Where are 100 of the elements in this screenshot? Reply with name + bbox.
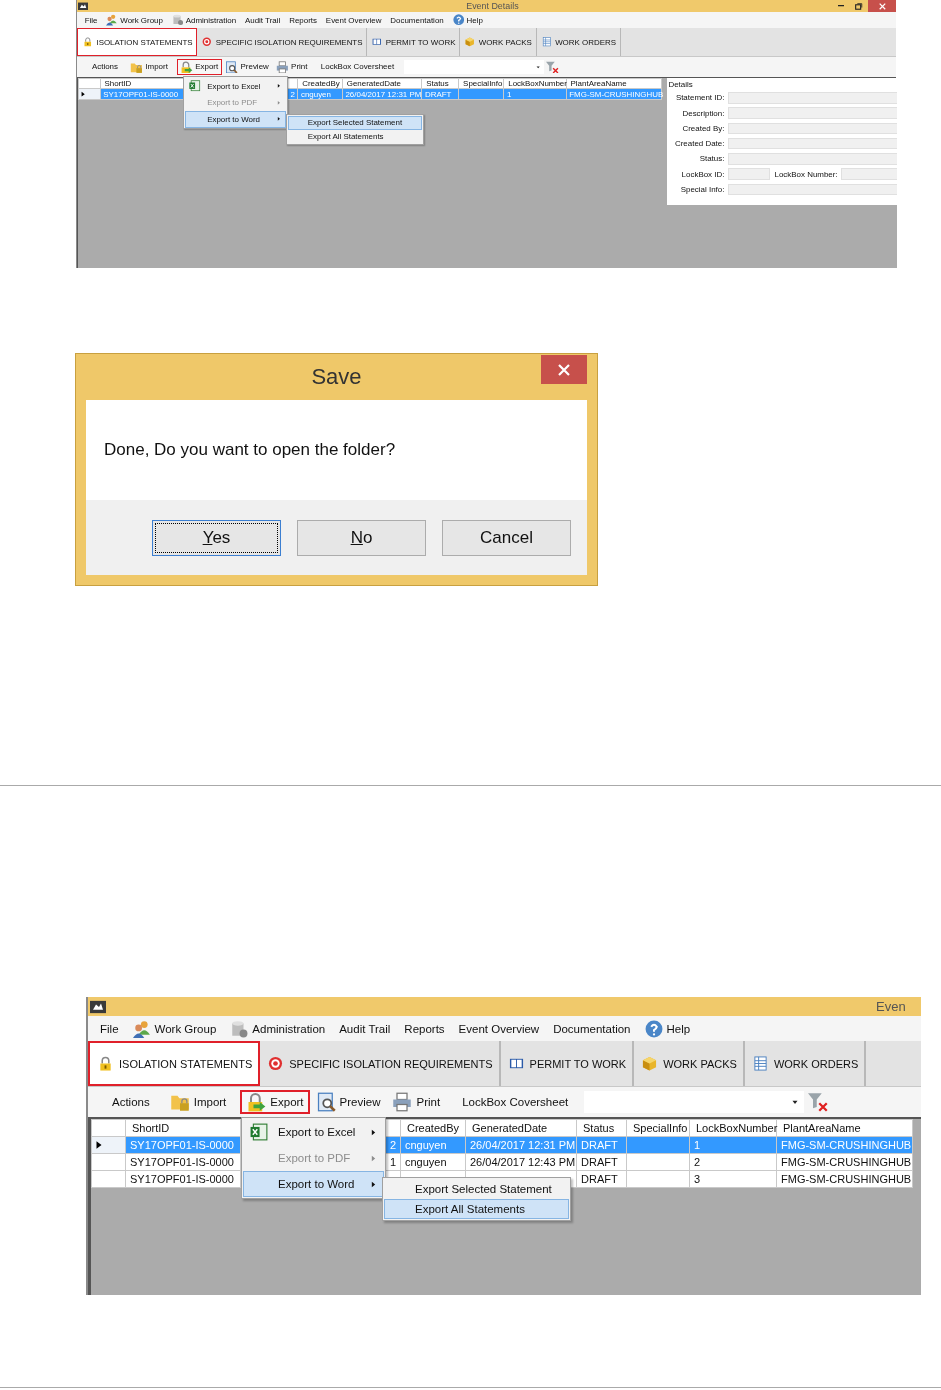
column-header[interactable]: Status: [576, 1119, 627, 1137]
table-icon: [541, 37, 552, 47]
menu-item[interactable]: Export to Excel: [243, 1119, 384, 1145]
submenu-arrow-icon: [369, 1127, 378, 1137]
book-icon: [372, 37, 382, 47]
toolbar-button[interactable]: Preview: [309, 1090, 387, 1114]
tab[interactable]: SPECIFIC ISOLATION REQUIREMENTS: [197, 27, 368, 57]
group-title: Details: [668, 78, 694, 91]
field-label: Status:: [698, 154, 726, 164]
toolbar-button[interactable]: Export: [240, 1090, 310, 1114]
dropdown-field[interactable]: [584, 1091, 805, 1113]
menu-item[interactable]: Export All Statements: [287, 129, 423, 143]
lock-arrow-icon: [246, 1092, 267, 1112]
close-icon: [556, 361, 572, 378]
close-button[interactable]: [867, 0, 897, 13]
document-magnifier-icon: [315, 1092, 336, 1112]
table-cell: 26/04/2017 12:31 PM: [342, 88, 422, 100]
toolbar-label: Actions: [90, 61, 119, 74]
menu-item[interactable]: Administration: [224, 1019, 332, 1038]
column-header[interactable]: SpecialInfo: [626, 1119, 690, 1137]
menu-item[interactable]: Work Group: [126, 1019, 223, 1038]
toolbar-button[interactable]: Export: [176, 59, 222, 75]
column-header[interactable]: PlantAreaName: [566, 78, 662, 89]
menu-item[interactable]: Reports: [285, 15, 321, 25]
menu-item[interactable]: Documentation: [547, 1022, 637, 1035]
menu-item[interactable]: Audit Trail: [241, 15, 285, 25]
tab[interactable]: WORK ORDERS: [536, 27, 621, 57]
close-button[interactable]: [541, 355, 587, 384]
row-pointer-icon: [80, 91, 87, 98]
book-icon: [508, 1056, 524, 1071]
menu-item[interactable]: Event Overview: [452, 1022, 546, 1035]
toolbar-button[interactable]: Import: [163, 1090, 233, 1114]
minimize-icon: [837, 5, 845, 7]
column-header[interactable]: CreatedBy: [400, 1119, 466, 1137]
input-field[interactable]: [728, 183, 897, 196]
row-pointer-icon: [94, 1140, 104, 1150]
field-label: Created By:: [681, 123, 726, 133]
people-icon: [132, 1019, 151, 1038]
spreadsheet-icon: [189, 80, 201, 92]
input-field[interactable]: [841, 168, 897, 180]
tab[interactable]: WORK PACKS: [460, 27, 537, 57]
dialog-message: Done, Do you want to open the folder?: [104, 440, 396, 460]
dialog-button[interactable]: Yes: [152, 519, 281, 556]
input-field[interactable]: [728, 137, 897, 150]
toolbar-button[interactable]: Print: [272, 59, 311, 75]
table-icon: [752, 1056, 768, 1071]
field-label: LockBox Number:: [773, 169, 839, 179]
column-header[interactable]: GeneratedDate: [465, 1119, 577, 1137]
menu-item[interactable]: Export Selected Statement: [287, 116, 423, 130]
target-icon: [268, 1056, 284, 1071]
menu-item[interactable]: Documentation: [386, 15, 448, 25]
menu-item[interactable]: Export to Word: [184, 111, 287, 128]
menu-item[interactable]: Audit Trail: [333, 1022, 397, 1035]
toolbar-button[interactable]: LockBox Coversheet: [317, 59, 398, 75]
document-magnifier-icon: [225, 60, 238, 74]
menu-item[interactable]: Export to Word: [243, 1171, 384, 1197]
dropdown-field[interactable]: [404, 59, 544, 74]
dialog-button[interactable]: Cancel: [442, 519, 571, 556]
tab[interactable]: PERMIT TO WORK: [367, 27, 461, 57]
dialog-button[interactable]: No: [297, 519, 426, 556]
table-cell: SY17OPF01-IS-0000: [100, 88, 184, 100]
menu-item[interactable]: Help: [638, 1019, 697, 1038]
menu-item[interactable]: Event Overview: [322, 15, 386, 25]
clear-filter-button[interactable]: [808, 1092, 829, 1112]
dropdown-caret-icon: [535, 63, 542, 71]
toolbar-label: Actions: [111, 1095, 151, 1110]
column-header[interactable]: PlantAreaName: [776, 1119, 913, 1137]
toolbar-button[interactable]: Print: [386, 1090, 447, 1114]
app-icon: [90, 999, 106, 1014]
column-header[interactable]: ShortID: [100, 78, 184, 89]
column-header[interactable]: LockBoxNumber: [689, 1119, 777, 1137]
menu-item[interactable]: Work Group: [102, 14, 167, 26]
toolbar-button[interactable]: Import: [126, 59, 172, 75]
field-label: Created Date:: [674, 139, 726, 149]
menu-item[interactable]: File: [94, 1022, 125, 1035]
menu-item[interactable]: Export Selected Statement: [384, 1179, 569, 1199]
spreadsheet-icon: [250, 1123, 268, 1141]
window-title: Event Details: [466, 1, 519, 12]
toolbar-button[interactable]: LockBox Coversheet: [456, 1090, 575, 1114]
field-label: Special Info:: [679, 184, 726, 194]
tab[interactable]: ISOLATION STATEMENTS: [88, 1041, 261, 1086]
input-field[interactable]: [728, 153, 897, 165]
menu-item[interactable]: File: [80, 15, 102, 25]
printer-icon: [275, 60, 289, 74]
input-field[interactable]: [728, 92, 897, 104]
printer-icon: [392, 1092, 413, 1112]
submenu-arrow-icon: [369, 1153, 378, 1163]
menu-item[interactable]: Help: [448, 14, 487, 26]
clear-filter-button[interactable]: [546, 60, 560, 74]
input-field[interactable]: [728, 107, 897, 119]
menu-item[interactable]: Export All Statements: [384, 1199, 569, 1219]
menu-item[interactable]: Reports: [398, 1022, 451, 1035]
field-label: Statement ID:: [674, 93, 726, 103]
input-field[interactable]: [728, 168, 771, 180]
menu-item[interactable]: Administration: [168, 14, 240, 26]
toolbar-button[interactable]: Preview: [221, 59, 273, 75]
column-header[interactable]: ShortID: [125, 1119, 241, 1137]
people-icon: [106, 14, 118, 26]
input-field[interactable]: [728, 122, 897, 135]
tab[interactable]: ISOLATION STATEMENTS: [77, 27, 198, 57]
